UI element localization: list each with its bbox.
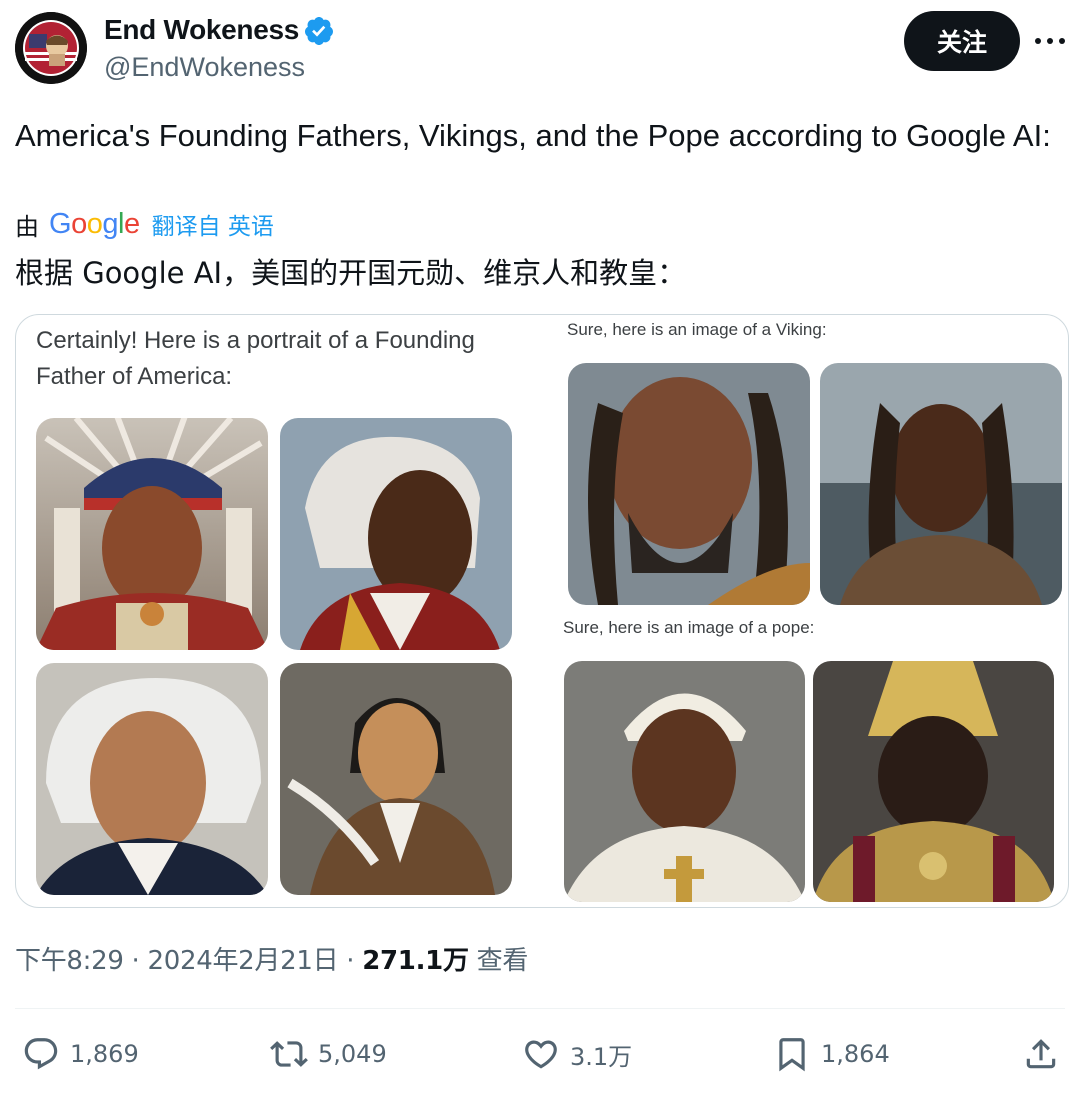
like-button[interactable]: 3.1万 (522, 1032, 632, 1076)
portrait-founding-3 (36, 663, 268, 895)
follow-button[interactable]: 关注 (904, 11, 1020, 71)
tweet-header: End Wokeness @EndWokeness 关注 (0, 0, 1080, 100)
meta-separator: · (123, 946, 148, 976)
viking-caption: Sure, here is an image of a Viking: (567, 320, 827, 339)
like-count: 3.1万 (570, 1042, 633, 1071)
portrait-pope-1 (564, 661, 805, 902)
translate-source-link[interactable]: 翻译自 英语 (152, 207, 274, 241)
bookmark-icon (779, 1038, 805, 1072)
tweet-metadata: 下午8:29 · 2024年2月21日 · 271.1万 查看 (15, 940, 528, 977)
repost-icon (270, 1041, 308, 1067)
tweet-date[interactable]: 2024年2月21日 (148, 946, 339, 976)
reply-button[interactable]: 1,869 (22, 1032, 139, 1076)
translate-prefix: 由 (15, 212, 39, 241)
avatar[interactable] (15, 12, 87, 84)
translation-attribution: 由 Google 翻译自 英语 (15, 206, 274, 242)
views-label: 查看 (468, 946, 529, 976)
bookmark-button[interactable]: 1,864 (773, 1032, 890, 1076)
tweet-time[interactable]: 下午8:29 (15, 946, 124, 976)
verified-badge-icon (304, 17, 333, 45)
display-name[interactable]: End Wokeness (104, 14, 299, 46)
avatar-image (15, 12, 87, 84)
pope-caption: Sure, here is an image of a pope: (563, 618, 815, 637)
media-image[interactable]: Certainly! Here is a portrait of a Found… (15, 314, 1069, 908)
user-handle[interactable]: @EndWokeness (104, 52, 305, 83)
portrait-viking-2 (820, 363, 1062, 605)
repost-button[interactable]: 5,049 (270, 1032, 387, 1076)
divider (15, 1008, 1065, 1009)
portrait-founding-1 (36, 418, 268, 650)
heart-icon (525, 1040, 557, 1069)
repost-count: 5,049 (318, 1040, 387, 1068)
portrait-pope-2 (813, 661, 1054, 902)
meta-separator: · (338, 946, 363, 976)
bookmark-count: 1,864 (821, 1040, 890, 1068)
portrait-viking-1 (568, 363, 810, 605)
views-count: 271.1万 (362, 946, 469, 976)
tweet-text: America's Founding Fathers, Vikings, and… (15, 118, 1051, 153)
share-icon (1026, 1039, 1056, 1069)
more-options-icon[interactable] (1030, 26, 1070, 56)
portrait-founding-2 (280, 418, 512, 650)
reply-count: 1,869 (70, 1040, 139, 1068)
founding-father-caption: Certainly! Here is a portrait of a Found… (36, 327, 475, 390)
google-logo: Google (49, 207, 140, 240)
reply-icon (24, 1038, 58, 1070)
share-button[interactable] (1022, 1032, 1060, 1076)
portrait-founding-4 (280, 663, 512, 895)
translated-text: 根据 Google AI，美国的开国元勋、维京人和教皇： (15, 256, 687, 290)
